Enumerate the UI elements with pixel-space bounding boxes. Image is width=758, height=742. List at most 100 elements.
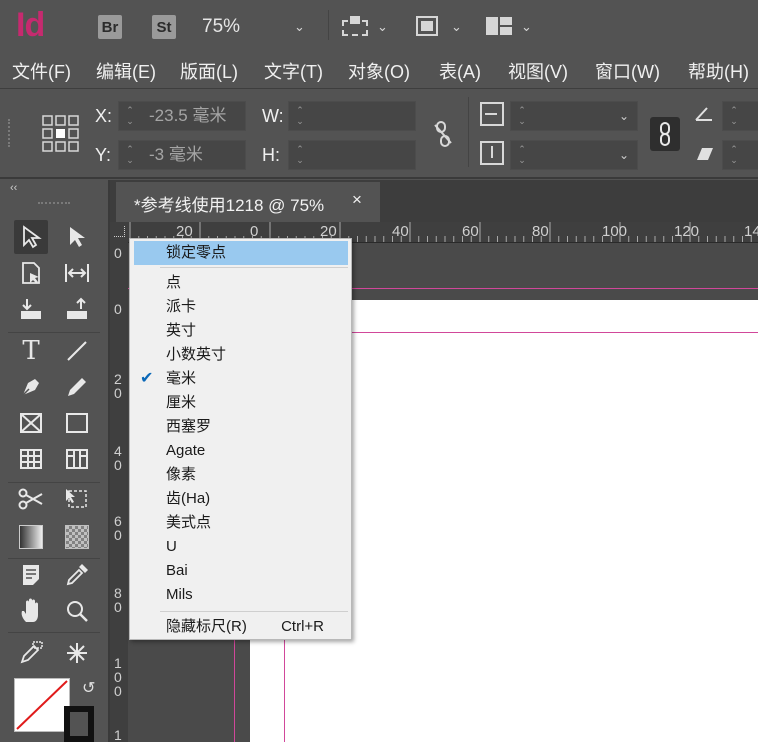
ruler-origin[interactable] (110, 222, 128, 242)
gap-tool-icon[interactable] (60, 256, 94, 290)
panel-grip[interactable] (8, 119, 13, 147)
stepper-icon[interactable]: ⌃ ⌄ (515, 144, 529, 166)
direct-selection-tool-icon[interactable] (60, 220, 94, 254)
menu-item-unit[interactable]: Bai (134, 559, 348, 583)
gradient-feather-tool-icon[interactable] (60, 520, 94, 554)
zoom-tool-icon[interactable] (60, 594, 94, 628)
menu-file[interactable]: 文件(F) (12, 58, 71, 84)
vertical-ruler[interactable]: 0 0 2 0 4 0 6 0 8 0 1 0 0 1 (110, 242, 128, 742)
fill-swatch[interactable] (14, 678, 70, 732)
eyedropper-tool-icon[interactable] (60, 558, 94, 592)
bridge-button[interactable]: Br (98, 15, 122, 39)
menu-item-unit[interactable]: 派卡 (134, 295, 348, 319)
stepper-icon[interactable]: ⌃ ⌄ (515, 105, 529, 127)
menu-item-unit[interactable]: Mils (134, 583, 348, 607)
ruler-label: 0 (114, 301, 122, 317)
zoom-level[interactable]: 75% (202, 16, 240, 38)
shortcut-label: Ctrl+R (281, 618, 324, 635)
menu-layout[interactable]: 版面(L) (180, 58, 238, 84)
gradient-swatch-tool-icon[interactable] (14, 520, 48, 554)
arrange-documents-icon[interactable] (486, 17, 512, 35)
stepper-icon[interactable]: ⌃ ⌄ (293, 105, 307, 127)
menu-item-label: 像素 (166, 466, 197, 483)
menu-item-unit[interactable]: 英寸 (134, 319, 348, 343)
menu-item-unit[interactable]: U (134, 535, 348, 559)
broken-link-icon[interactable] (432, 121, 454, 147)
menu-item-unit[interactable]: 美式点 (134, 511, 348, 535)
menu-edit[interactable]: 编辑(E) (96, 58, 156, 84)
swap-fill-stroke-icon[interactable]: ↺ (82, 678, 95, 698)
menu-item-unit[interactable]: 齿(Ha) (134, 487, 348, 511)
chevron-down-icon[interactable]: ⌄ (377, 19, 388, 35)
watermark-brand: Baidu经验 (584, 668, 725, 699)
chevron-down-icon[interactable]: ⌄ (451, 19, 462, 35)
line-tool-icon[interactable] (60, 334, 94, 368)
content-collector-icon[interactable] (14, 292, 48, 326)
chevron-down-icon[interactable]: ⌄ (521, 19, 532, 35)
document-tab[interactable]: *参考线使用1218 @ 75% × (116, 182, 380, 222)
rectangle-frame-tool-icon[interactable] (14, 406, 48, 440)
h-field[interactable]: ⌃ ⌄ (288, 140, 416, 170)
pencil-tool-icon[interactable] (60, 370, 94, 404)
hand-tool-icon[interactable] (14, 594, 48, 628)
stepper-icon[interactable]: ⌃ ⌄ (123, 105, 137, 127)
stepper-icon[interactable]: ⌃ ⌄ (123, 144, 137, 166)
menu-item-unit[interactable]: Agate (134, 439, 348, 463)
scissors-tool-icon[interactable] (14, 482, 48, 516)
menu-item-unit[interactable]: 点 (134, 271, 348, 295)
menu-type[interactable]: 文字(T) (264, 58, 323, 84)
chevron-down-icon[interactable]: ⌄ (619, 141, 629, 169)
panel-grip[interactable] (38, 202, 70, 207)
stock-button[interactable]: St (152, 15, 176, 39)
frame-edges-icon[interactable] (342, 16, 368, 36)
content-placer-icon[interactable] (60, 292, 94, 326)
close-icon[interactable]: × (352, 190, 362, 210)
page-tool-icon[interactable] (14, 256, 48, 290)
menu-item-label: 英寸 (166, 322, 197, 339)
menu-item-unit[interactable]: 西塞罗 (134, 415, 348, 439)
ruler-label: 14 (744, 223, 758, 240)
menu-item-label: Bai (166, 562, 188, 579)
rectangle-tool-icon[interactable] (60, 406, 94, 440)
table-tool-icon[interactable] (14, 442, 48, 476)
rotate-field[interactable]: ⌃ ⌄ (722, 101, 758, 131)
menu-view[interactable]: 视图(V) (508, 58, 568, 84)
scale-x-field[interactable]: ⌃ ⌄ ⌄ (510, 101, 638, 131)
stepper-icon[interactable]: ⌃ ⌄ (293, 144, 307, 166)
free-transform-tool-icon[interactable] (60, 482, 94, 516)
pen-tool-icon[interactable] (14, 370, 48, 404)
menu-help[interactable]: 帮助(H) (688, 58, 749, 84)
selection-tool-icon[interactable] (14, 220, 48, 254)
chevron-down-icon[interactable]: ⌄ (619, 102, 629, 130)
stepper-icon[interactable]: ⌃ ⌄ (727, 105, 741, 127)
collapse-panel-icon[interactable]: ‹‹ (10, 182, 17, 194)
menu-item-lock-zero-point[interactable]: 锁定零点 (134, 241, 348, 265)
type-tool-icon[interactable]: T (14, 334, 48, 368)
vertical-grid-icon[interactable] (60, 442, 94, 476)
w-field[interactable]: ⌃ ⌄ (288, 101, 416, 131)
stepper-icon[interactable]: ⌃ ⌄ (727, 144, 741, 166)
menu-item-unit[interactable]: 厘米 (134, 391, 348, 415)
screen-mode-icon[interactable] (416, 16, 438, 36)
apply-gradient-icon[interactable] (60, 636, 94, 670)
apply-color-icon[interactable] (14, 636, 48, 670)
menu-item-hide-rulers[interactable]: 隐藏标尺(R) Ctrl+R (134, 615, 348, 639)
menu-object[interactable]: 对象(O) (348, 58, 410, 84)
stroke-swatch[interactable] (64, 706, 94, 742)
rotate-angle-icon (694, 105, 714, 123)
y-field[interactable]: ⌃ ⌄ -3 毫米 (118, 140, 246, 170)
scale-y-field[interactable]: ⌃ ⌄ ⌄ (510, 140, 638, 170)
note-tool-icon[interactable] (14, 558, 48, 592)
menu-item-unit[interactable]: 像素 (134, 463, 348, 487)
menu-window[interactable]: 窗口(W) (595, 58, 660, 84)
menu-item-unit[interactable]: 小数英寸 (134, 343, 348, 367)
checkmark-icon: ✔ (140, 370, 154, 387)
constrain-link-icon[interactable] (650, 117, 680, 151)
chevron-down-icon[interactable]: ⌄ (294, 19, 305, 35)
menu-item-label: 毫米 (166, 370, 197, 387)
reference-point-icon[interactable] (42, 115, 80, 153)
shear-field[interactable]: ⌃ ⌄ (722, 140, 758, 170)
x-field[interactable]: ⌃ ⌄ -23.5 毫米 (118, 101, 246, 131)
menu-table[interactable]: 表(A) (439, 58, 481, 84)
menu-item-unit[interactable]: ✔ 毫米 (134, 367, 348, 391)
